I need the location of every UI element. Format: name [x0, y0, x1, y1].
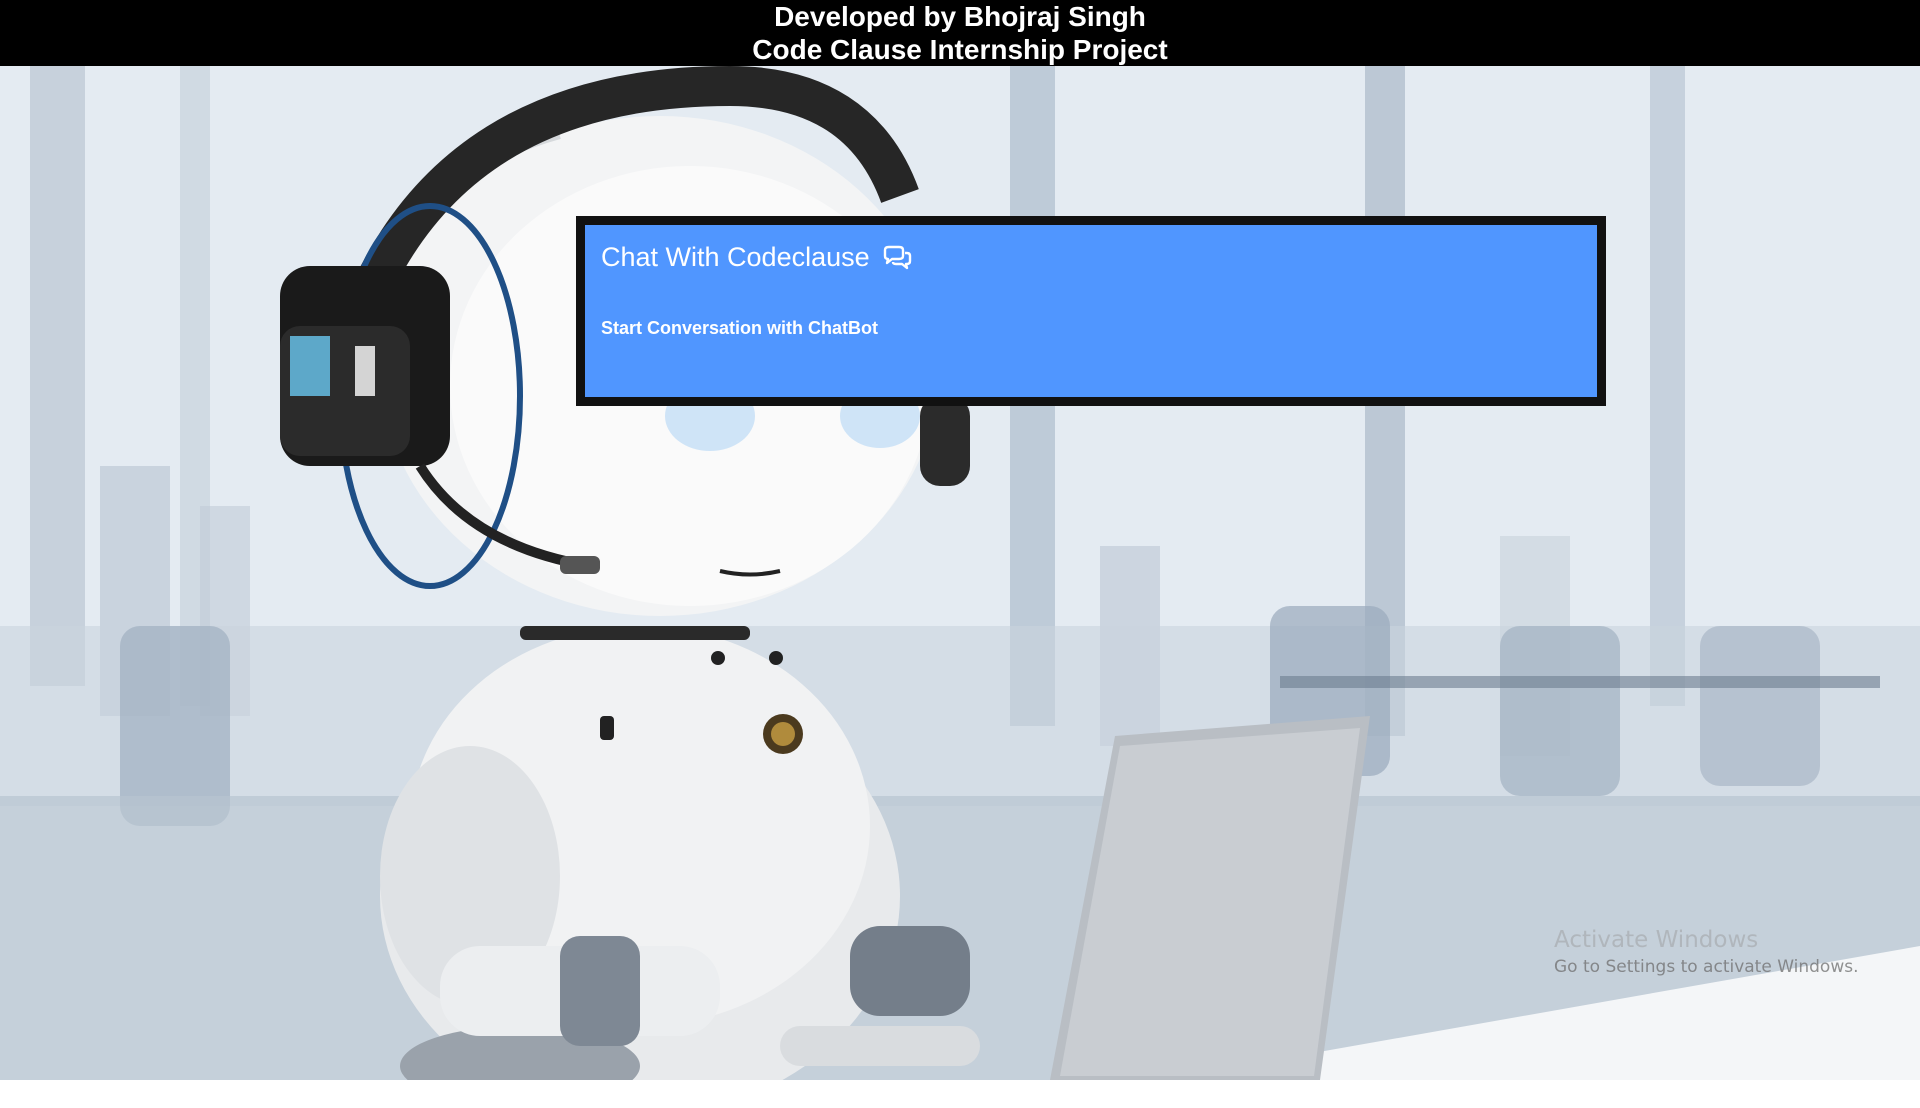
- project-title: Code Clause Internship Project: [752, 34, 1168, 65]
- developer-credit: Developed by Bhojraj Singh: [774, 1, 1146, 32]
- start-conversation-link[interactable]: Start Conversation with ChatBot: [601, 317, 878, 339]
- watermark-subtitle: Go to Settings to activate Windows.: [1554, 957, 1859, 977]
- chat-launcher[interactable]: Chat With Codeclause Start Conversation …: [576, 216, 1606, 406]
- chat-header[interactable]: Chat With Codeclause: [601, 239, 912, 275]
- watermark-title: Activate Windows: [1554, 927, 1759, 953]
- page: Developed by Bhojraj Singh Code Clause I…: [0, 0, 1920, 1108]
- chat-launcher-body[interactable]: Chat With Codeclause Start Conversation …: [585, 225, 1597, 397]
- windows-activation-watermark: Activate Windows Go to Settings to activ…: [1554, 925, 1859, 979]
- comments-icon: [882, 244, 912, 270]
- top-banner: Developed by Bhojraj Singh Code Clause I…: [0, 0, 1920, 66]
- chat-title: Chat With Codeclause: [601, 242, 870, 272]
